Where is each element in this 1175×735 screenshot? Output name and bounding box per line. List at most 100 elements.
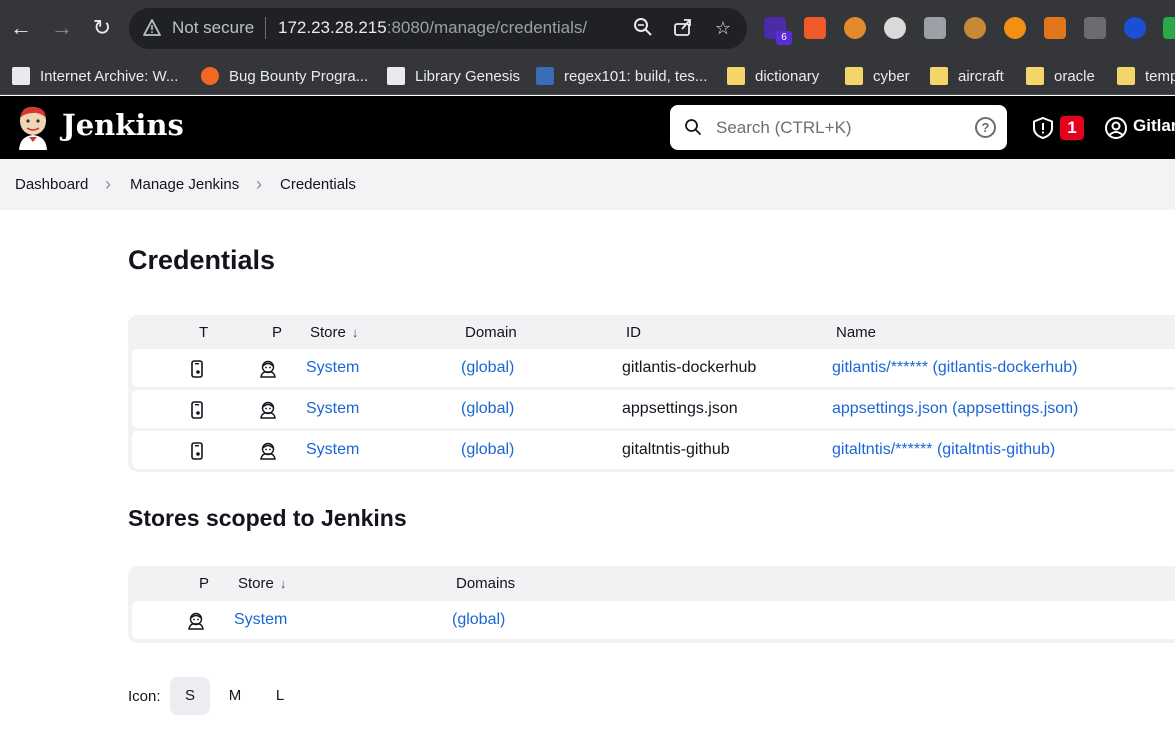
- credential-id: appsettings.json: [622, 400, 738, 417]
- sort-arrow-icon: ↓: [351, 325, 359, 340]
- credential-id: gitaltntis-github: [622, 441, 730, 458]
- extension-icon[interactable]: [1124, 17, 1146, 39]
- folder-icon: [1117, 67, 1135, 85]
- share-icon[interactable]: [672, 17, 694, 39]
- bookmark-label: Library Genesis: [415, 67, 521, 85]
- domain-link[interactable]: (global): [461, 400, 514, 418]
- jenkins-header: Jenkins ? 1 Gitlantis: [0, 96, 1175, 159]
- forward-arrow-icon[interactable]: →: [48, 14, 76, 42]
- column-header-store[interactable]: Store ↓: [238, 575, 286, 592]
- breadcrumb-credentials[interactable]: Credentials: [280, 176, 356, 193]
- table-row: System (global) appsettings.json appsett…: [132, 390, 1175, 428]
- search-box[interactable]: ?: [670, 105, 1007, 150]
- column-header-type[interactable]: T: [199, 324, 208, 341]
- bookmark-folder-oracle[interactable]: oracle: [1026, 63, 1095, 89]
- column-header-domain[interactable]: Domain: [465, 324, 517, 341]
- security-shield-icon[interactable]: [1031, 116, 1055, 140]
- extension-icon[interactable]: [844, 17, 866, 39]
- credential-type-icon: [191, 360, 203, 378]
- url-path: :8080/manage/credentials/: [386, 18, 588, 37]
- column-header-provider[interactable]: P: [199, 575, 209, 592]
- store-link[interactable]: System: [306, 400, 359, 418]
- not-secure-label[interactable]: Not secure: [172, 18, 254, 38]
- bookmark-folder-temp[interactable]: temp: [1117, 63, 1175, 89]
- domain-link[interactable]: (global): [452, 611, 505, 629]
- archive-icon: [12, 67, 30, 85]
- address-bar[interactable]: Not secure 172.23.28.215:8080/manage/cre…: [129, 8, 747, 49]
- bookmark-library-genesis[interactable]: Library Genesis: [387, 63, 520, 89]
- credential-name-link[interactable]: gitaltntis/****** (gitaltntis-github): [832, 441, 1055, 459]
- bugcrowd-icon: [201, 67, 219, 85]
- user-icon[interactable]: [1104, 116, 1128, 140]
- extension-icon[interactable]: [1004, 17, 1026, 39]
- reload-icon[interactable]: ↻: [88, 14, 116, 42]
- warning-icon[interactable]: [143, 19, 161, 37]
- bookmark-folder-dictionary[interactable]: dictionary: [727, 63, 819, 89]
- zoom-icon[interactable]: [632, 17, 654, 39]
- user-name-link[interactable]: Gitlantis: [1133, 116, 1175, 136]
- extension-icon[interactable]: [1163, 17, 1175, 39]
- credential-name-link[interactable]: appsettings.json (appsettings.json): [832, 400, 1078, 418]
- store-link[interactable]: System: [234, 611, 287, 629]
- bookmark-internet-archive[interactable]: Internet Archive: W...: [12, 63, 178, 89]
- fox-icon[interactable]: [1044, 17, 1066, 39]
- column-header-store[interactable]: Store ↓: [310, 324, 358, 341]
- bookmark-label: dictionary: [755, 67, 820, 85]
- bookmark-folder-cyber[interactable]: cyber: [845, 63, 910, 89]
- icon-size-label: Icon:: [128, 688, 161, 705]
- column-label: Store: [310, 324, 346, 341]
- store-link[interactable]: System: [306, 359, 359, 377]
- url-text[interactable]: 172.23.28.215:8080/manage/credentials/: [278, 18, 587, 38]
- extension-icon[interactable]: [804, 17, 826, 39]
- help-icon[interactable]: ?: [975, 117, 996, 138]
- back-arrow-icon[interactable]: ←: [7, 14, 35, 42]
- domain-link[interactable]: (global): [461, 359, 514, 377]
- table-row: System (global): [132, 601, 1175, 639]
- table-row: System (global) gitlantis-dockerhub gitl…: [132, 349, 1175, 387]
- bookmark-bug-bounty[interactable]: Bug Bounty Progra...: [201, 63, 368, 89]
- sort-arrow-icon: ↓: [279, 576, 287, 591]
- extension-icon[interactable]: [924, 17, 946, 39]
- bookmark-label: Bug Bounty Progra...: [229, 67, 369, 85]
- jenkins-provider-icon: [260, 401, 276, 419]
- security-count-badge[interactable]: 1: [1060, 116, 1084, 140]
- browser-toolbar: ← → ↻ Not secure 172.23.28.215:8080/mana…: [0, 0, 1175, 57]
- regex-icon: [536, 67, 554, 85]
- bookmark-folder-aircraft[interactable]: aircraft: [930, 63, 1004, 89]
- icon-size-medium-button[interactable]: M: [215, 677, 255, 715]
- bookmark-label: regex101: build, tes...: [564, 67, 708, 85]
- column-header-name[interactable]: Name: [836, 324, 876, 341]
- cookie-icon[interactable]: [964, 17, 986, 39]
- breadcrumb-manage-jenkins[interactable]: Manage Jenkins: [130, 176, 239, 193]
- column-label: Store: [238, 575, 274, 592]
- bookmark-label: cyber: [873, 67, 910, 85]
- url-host: 172.23.28.215: [278, 18, 387, 37]
- bookmark-star-icon[interactable]: ☆: [712, 17, 734, 39]
- column-header-provider[interactable]: P: [272, 324, 282, 341]
- breadcrumb: Dashboard › Manage Jenkins › Credentials: [0, 159, 1175, 210]
- credential-name-link[interactable]: gitlantis/****** (gitlantis-dockerhub): [832, 359, 1077, 377]
- jenkins-logo-icon[interactable]: [14, 104, 52, 150]
- domain-link[interactable]: (global): [461, 441, 514, 459]
- jenkins-provider-icon: [260, 360, 276, 378]
- column-header-domains[interactable]: Domains: [456, 575, 515, 592]
- search-input[interactable]: [716, 115, 966, 140]
- icon-size-small-button[interactable]: S: [170, 677, 210, 715]
- jenkins-title[interactable]: Jenkins: [62, 108, 184, 142]
- bookmark-label: oracle: [1054, 67, 1095, 85]
- store-link[interactable]: System: [306, 441, 359, 459]
- bookmark-label: aircraft: [958, 67, 1004, 85]
- icon-size-large-button[interactable]: L: [260, 677, 300, 715]
- extension-icon[interactable]: [1084, 17, 1106, 39]
- folder-icon: [727, 67, 745, 85]
- extension-icon[interactable]: [884, 17, 906, 39]
- folder-icon: [845, 67, 863, 85]
- bookmark-label: Internet Archive: W...: [40, 67, 179, 85]
- column-header-id[interactable]: ID: [626, 324, 641, 341]
- bookmark-regex101[interactable]: regex101: build, tes...: [536, 63, 707, 89]
- jenkins-provider-icon: [188, 612, 204, 630]
- stores-table: P Store ↓ Domains System (global): [128, 566, 1175, 643]
- table-row: System (global) gitaltntis-github gitalt…: [132, 431, 1175, 469]
- jenkins-provider-icon: [260, 442, 276, 460]
- breadcrumb-dashboard[interactable]: Dashboard: [15, 176, 88, 193]
